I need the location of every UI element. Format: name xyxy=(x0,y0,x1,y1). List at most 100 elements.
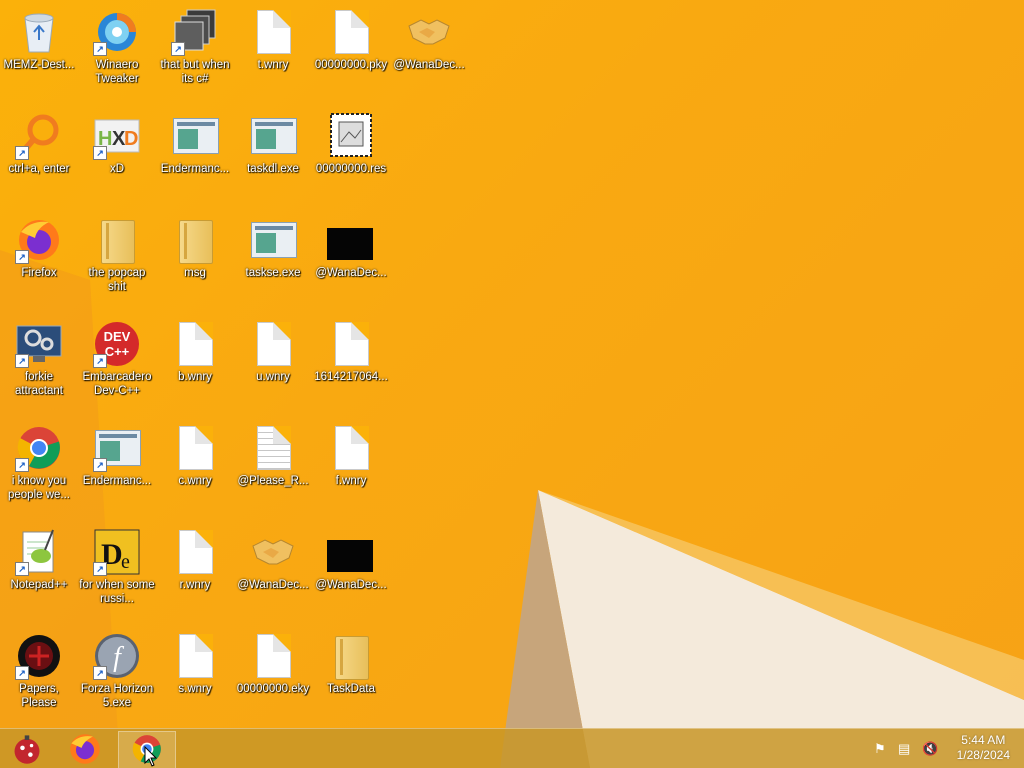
desktop-icon-label: Embarcadero Dev-C++ xyxy=(82,371,152,397)
desktop-icon-label: i know you people we... xyxy=(7,475,70,501)
clock-time: 5:44 AM xyxy=(961,733,1006,747)
desktop-icon-enderman1[interactable]: Endermanc... xyxy=(156,104,234,176)
desktop-icon-winaero[interactable]: ↗ Winaero Tweaker xyxy=(78,0,156,86)
desktop-icon-label: 1614217064... xyxy=(314,371,388,383)
desktop-icon-label: 00000000.res xyxy=(315,163,387,175)
svg-text:e: e xyxy=(121,551,130,573)
desktop-icon-res[interactable]: 00000000.res xyxy=(312,104,390,176)
desktop-icon-csharp[interactable]: ↗ that but when its c# xyxy=(156,0,234,86)
desktop-icon-label: Winaero Tweaker xyxy=(95,59,139,85)
shortcut-arrow-icon: ↗ xyxy=(93,458,107,472)
shortcut-arrow-icon: ↗ xyxy=(93,354,107,368)
desktop-icon-label: that but when its c# xyxy=(160,59,230,85)
papers-icon: ↗ xyxy=(15,632,63,680)
notepad-icon: ↗ xyxy=(15,528,63,576)
desktop-icon-memz[interactable]: MEMZ-Dest... xyxy=(0,0,78,72)
desktop-icon-iknow[interactable]: ↗ i know you people we... xyxy=(0,416,78,502)
desktop-icon-wanadec3[interactable]: @WanaDec... xyxy=(234,520,312,592)
desktop-icon-xd[interactable]: H X D ↗ xD xyxy=(78,104,156,176)
devcpp-icon: DEV C++ ↗ xyxy=(93,320,141,368)
flash-icon: f ↗ xyxy=(93,632,141,680)
desktop-icon-label: @WanaDec... xyxy=(393,59,465,71)
desktop-icon-notepad[interactable]: ↗ Notepad++ xyxy=(0,520,78,592)
desktop-icon-popcap[interactable]: the popcap shit xyxy=(78,208,156,294)
desktop-icon-enderman2[interactable]: ↗ Endermanc... xyxy=(78,416,156,488)
desktop-icon-bwnry[interactable]: b.wnry xyxy=(156,312,234,384)
desktop-icon-taskdl[interactable]: taskdl.exe xyxy=(234,104,312,176)
folder-icon xyxy=(93,216,141,264)
ornament-app-icon xyxy=(14,735,40,764)
desktop-icon-wanadec2[interactable]: @WanaDec... xyxy=(312,208,390,280)
desktop-icon-wanadec1[interactable]: @WanaDec... xyxy=(390,0,468,72)
exe-icon: ↗ xyxy=(93,424,141,472)
desktop-icon-forza[interactable]: f ↗ Forza Horizon 5.exe xyxy=(78,624,156,710)
desktop-icon-forwhen[interactable]: De ↗ for when some russi... xyxy=(78,520,156,606)
desktop-icon-label: @WanaDec... xyxy=(315,267,387,279)
handshake-icon xyxy=(405,8,453,56)
shortcut-arrow-icon: ↗ xyxy=(93,666,107,680)
desktop-icon-label: r.wnry xyxy=(179,579,211,591)
exe-icon xyxy=(249,112,297,160)
flag-icon[interactable]: ⚑ xyxy=(874,741,886,757)
desktop-icon-label: @Please_R... xyxy=(237,475,309,487)
svg-text:C++: C++ xyxy=(105,344,130,359)
shortcut-arrow-icon: ↗ xyxy=(171,42,185,56)
desktop-icon-label: c.wnry xyxy=(178,475,212,487)
desktop-icon-ctrla[interactable]: ↗ ctrl+a, enter xyxy=(0,104,78,176)
stack-icon: ↗ xyxy=(171,8,219,56)
desktop-icon-msg[interactable]: msg xyxy=(156,208,234,280)
desktop-icon-taskdata[interactable]: TaskData xyxy=(312,624,390,696)
doc-icon xyxy=(171,528,219,576)
desktop-icon-firefox[interactable]: ↗ Firefox xyxy=(0,208,78,280)
taskbar-app-ornament[interactable] xyxy=(0,731,56,767)
desktop-icon-wanadec4[interactable]: @WanaDec... xyxy=(312,520,390,592)
shortcut-arrow-icon: ↗ xyxy=(15,354,29,368)
desktop-icon-uwnry[interactable]: u.wnry xyxy=(234,312,312,384)
doc-icon xyxy=(249,8,297,56)
desktop[interactable]: MEMZ-Dest... ↗ Winaero Tweaker ↗ that but wh… xyxy=(0,0,1024,768)
desktop-icon-num1614[interactable]: 1614217064... xyxy=(312,312,390,384)
firefox-icon xyxy=(70,734,100,764)
network-icon[interactable]: ▤ xyxy=(898,741,910,757)
shortcut-arrow-icon: ↗ xyxy=(15,146,29,160)
desktop-icon-please[interactable]: @Please_R... xyxy=(234,416,312,488)
exe-icon xyxy=(249,216,297,264)
volume-muted-icon[interactable]: 🔇 xyxy=(922,741,938,757)
desktop-icon-papers[interactable]: ↗ Papers, Please xyxy=(0,624,78,710)
desktop-icon-label: taskse.exe xyxy=(245,267,301,279)
doc-icon xyxy=(327,320,375,368)
desktop-icon-eky[interactable]: 00000000.eky xyxy=(234,624,312,696)
desktop-icon-pky[interactable]: 00000000.pky xyxy=(312,0,390,72)
doc-icon xyxy=(171,424,219,472)
doc-icon xyxy=(171,320,219,368)
exe-icon xyxy=(171,112,219,160)
desktop-icon-label: 00000000.eky xyxy=(236,683,310,695)
doc-icon xyxy=(327,424,375,472)
desktop-icon-forkie[interactable]: ↗ forkie attractant xyxy=(0,312,78,398)
desktop-icon-label: @WanaDec... xyxy=(237,579,309,591)
desktop-icon-label: the popcap shit xyxy=(88,267,146,293)
taskbar-app-firefox[interactable] xyxy=(58,731,114,767)
desktop-icon-twnry[interactable]: t.wnry xyxy=(234,0,312,72)
desktop-icon-fwnry[interactable]: f.wnry xyxy=(312,416,390,488)
doc-icon xyxy=(249,320,297,368)
desktop-icon-cwnry[interactable]: c.wnry xyxy=(156,416,234,488)
desktop-icon-swnry[interactable]: s.wnry xyxy=(156,624,234,696)
desktop-icon-rwnry[interactable]: r.wnry xyxy=(156,520,234,592)
clock-date: 1/28/2024 xyxy=(956,748,1010,762)
desktop-icon-label: b.wnry xyxy=(178,371,212,383)
desktop-icon-label: t.wnry xyxy=(257,59,289,71)
shortcut-arrow-icon: ↗ xyxy=(15,666,29,680)
desktop-icon-label: Papers, Please xyxy=(19,683,59,709)
desktop-icon-devcpp[interactable]: DEV C++ ↗ Embarcadero Dev-C++ xyxy=(78,312,156,398)
desktop-icon-label: ctrl+a, enter xyxy=(8,163,70,175)
desktop-icon-taskse[interactable]: taskse.exe xyxy=(234,208,312,280)
shortcut-arrow-icon: ↗ xyxy=(15,562,29,576)
res-icon xyxy=(327,112,375,160)
desktop-icon-label: f.wnry xyxy=(335,475,367,487)
doclined-icon xyxy=(249,424,297,472)
clock[interactable]: 5:44 AM 1/28/2024 xyxy=(957,733,1010,763)
shortcut-arrow-icon: ↗ xyxy=(15,458,29,472)
shortcut-arrow-icon: ↗ xyxy=(15,250,29,264)
winaero-icon: ↗ xyxy=(93,8,141,56)
